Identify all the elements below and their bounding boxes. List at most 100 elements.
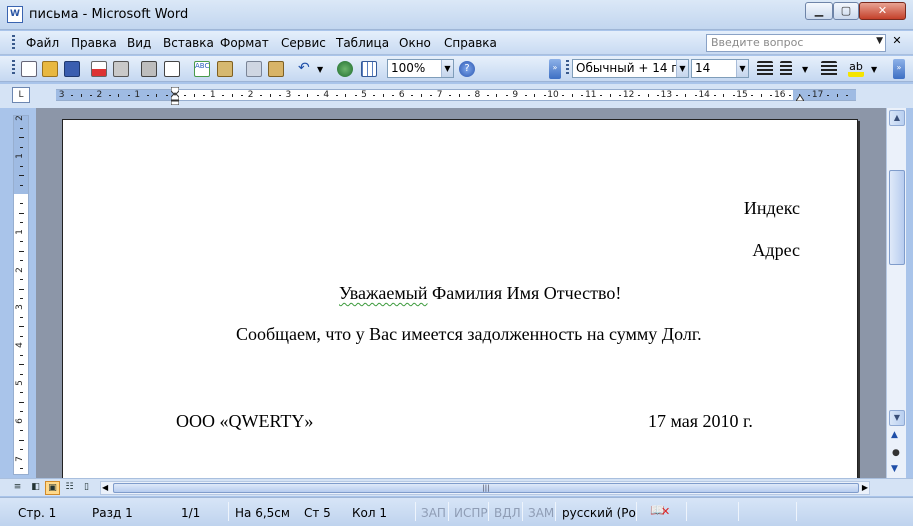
vruler-tick xyxy=(20,184,23,186)
spelling-icon[interactable]: ABC xyxy=(194,61,210,77)
menu-help[interactable]: Справка xyxy=(444,36,497,50)
select-browse-object-icon[interactable]: ● xyxy=(892,448,900,458)
normal-view-icon[interactable]: ≡ xyxy=(10,481,25,495)
spelling-status-icon[interactable]: 📖 ✕ xyxy=(650,503,670,519)
research-icon[interactable] xyxy=(217,61,233,77)
menu-window[interactable]: Окно xyxy=(399,36,431,50)
scroll-down-icon[interactable]: ▼ xyxy=(889,410,905,426)
menu-format[interactable]: Формат xyxy=(220,36,269,50)
doc-index[interactable]: Индекс xyxy=(744,198,800,219)
open-folder-icon[interactable] xyxy=(42,61,58,77)
permission-icon[interactable] xyxy=(91,61,107,77)
minimize-button[interactable]: ▁ xyxy=(805,2,833,20)
help-dropdown-icon[interactable]: ▼ xyxy=(876,36,883,46)
justify-icon[interactable] xyxy=(757,61,773,77)
undo-dropdown-icon[interactable]: ▼ xyxy=(317,65,323,74)
toolbar-grip-icon[interactable] xyxy=(12,60,15,76)
status-extend[interactable]: ВДЛ xyxy=(494,506,521,520)
menu-grip-icon[interactable] xyxy=(12,35,15,51)
status-record[interactable]: ЗАП xyxy=(421,506,446,520)
status-column: Кол 1 xyxy=(352,506,387,520)
vruler-label: 6 xyxy=(14,417,25,424)
menu-tools[interactable]: Сервис xyxy=(281,36,326,50)
print-preview-icon[interactable] xyxy=(164,61,180,77)
hyperlink-icon[interactable] xyxy=(337,61,353,77)
tab-selector-icon[interactable]: L xyxy=(12,87,30,103)
vertical-scrollbar[interactable]: ▲ ▼ ▲ ● ▼ xyxy=(886,108,906,478)
copy-icon[interactable] xyxy=(246,61,262,77)
ruler-label: 16 xyxy=(774,90,786,100)
horizontal-scroll-thumb[interactable]: ||| xyxy=(113,483,859,493)
font-size-select[interactable]: 14 ▼ xyxy=(691,59,749,78)
font-size-dropdown-icon[interactable]: ▼ xyxy=(736,60,748,77)
scroll-left-icon[interactable]: ◀ xyxy=(102,483,108,492)
undo-icon[interactable]: ↶ xyxy=(298,61,314,77)
status-section: Разд 1 xyxy=(92,506,133,520)
zoom-select[interactable]: 100% ▼ xyxy=(387,59,454,78)
vruler-tick xyxy=(20,411,23,413)
toolbar-options-icon[interactable]: » xyxy=(549,59,561,79)
ruler-tick xyxy=(316,95,319,96)
formatting-grip-icon[interactable] xyxy=(566,60,569,76)
document-page[interactable]: Индекс Адрес Уважаемый Фамилия Имя Отчес… xyxy=(62,119,858,478)
menu-insert[interactable]: Вставка xyxy=(163,36,214,50)
menu-bar: Файл Правка Вид Вставка Формат Сервис Та… xyxy=(0,31,913,55)
table-icon[interactable] xyxy=(361,61,377,77)
print-icon[interactable] xyxy=(141,61,157,77)
outline-view-icon[interactable]: ☷ xyxy=(62,481,77,495)
zoom-dropdown-icon[interactable]: ▼ xyxy=(441,60,453,77)
line-spacing-dropdown-icon[interactable]: ▼ xyxy=(802,65,808,74)
help-question-input[interactable]: Введите вопрос ▼ xyxy=(706,34,886,52)
line-spacing-icon[interactable] xyxy=(780,61,792,77)
status-language[interactable]: русский (Ро xyxy=(562,506,636,520)
status-track-changes[interactable]: ИСПР xyxy=(454,506,488,520)
status-overtype[interactable]: ЗАМ xyxy=(528,506,554,520)
word-app-icon[interactable]: W xyxy=(7,6,23,23)
status-separator xyxy=(555,502,556,521)
doc-date[interactable]: 17 мая 2010 г. xyxy=(648,411,753,432)
previous-page-icon[interactable]: ▲ xyxy=(891,430,898,440)
right-indent-marker[interactable] xyxy=(796,93,804,101)
doc-company[interactable]: ООО «QWERTY» xyxy=(176,411,313,432)
ruler-tick xyxy=(373,95,376,96)
menu-file[interactable]: Файл xyxy=(26,36,59,50)
ruler-label: 8 xyxy=(474,90,481,100)
scroll-right-icon[interactable]: ▶ xyxy=(862,483,868,492)
doc-address[interactable]: Адрес xyxy=(752,240,800,261)
doc-greeting[interactable]: Уважаемый Фамилия Имя Отчество! xyxy=(339,283,621,304)
menu-table[interactable]: Таблица xyxy=(336,36,389,50)
ruler-label: 11 xyxy=(585,90,597,100)
email-icon[interactable] xyxy=(113,61,129,77)
save-icon[interactable] xyxy=(64,61,80,77)
highlight-dropdown-icon[interactable]: ▼ xyxy=(871,65,877,74)
menu-edit[interactable]: Правка xyxy=(71,36,117,50)
help-icon[interactable]: ? xyxy=(459,61,475,77)
first-line-indent-marker[interactable] xyxy=(171,87,179,105)
vruler-tick xyxy=(19,439,24,441)
reading-view-icon[interactable]: ▯ xyxy=(79,481,94,495)
formatting-options-icon[interactable]: » xyxy=(893,59,905,79)
vruler-tick xyxy=(20,260,23,262)
ruler-tick xyxy=(836,94,838,97)
vertical-ruler[interactable]: 2 1 1 2 3 4 5 6 7 xyxy=(13,115,29,475)
style-select[interactable]: Обычный + 14 пт, ▼ xyxy=(572,59,689,78)
paste-icon[interactable] xyxy=(268,61,284,77)
vruler-tick xyxy=(19,175,24,177)
highlight-icon[interactable]: ab xyxy=(848,61,864,77)
ruler-tick xyxy=(647,94,649,97)
close-document-icon[interactable]: ✕ xyxy=(890,34,904,52)
style-dropdown-icon[interactable]: ▼ xyxy=(676,60,688,77)
new-document-icon[interactable] xyxy=(21,61,37,77)
web-view-icon[interactable]: ◧ xyxy=(28,481,43,495)
close-button[interactable]: ✕ xyxy=(859,2,906,20)
horizontal-scrollbar[interactable]: ◀ ||| ▶ xyxy=(100,481,870,495)
vertical-scroll-thumb[interactable] xyxy=(889,170,905,265)
maximize-button[interactable]: ▢ xyxy=(833,2,859,20)
doc-body-text[interactable]: Сообщаем, что у Вас имеется задолженност… xyxy=(236,324,702,345)
vruler-tick xyxy=(20,165,23,167)
scroll-up-icon[interactable]: ▲ xyxy=(889,110,905,126)
print-layout-icon[interactable]: ▣ xyxy=(45,481,60,495)
numbered-list-icon[interactable] xyxy=(821,61,837,77)
menu-view[interactable]: Вид xyxy=(127,36,151,50)
next-page-icon[interactable]: ▼ xyxy=(891,464,898,474)
